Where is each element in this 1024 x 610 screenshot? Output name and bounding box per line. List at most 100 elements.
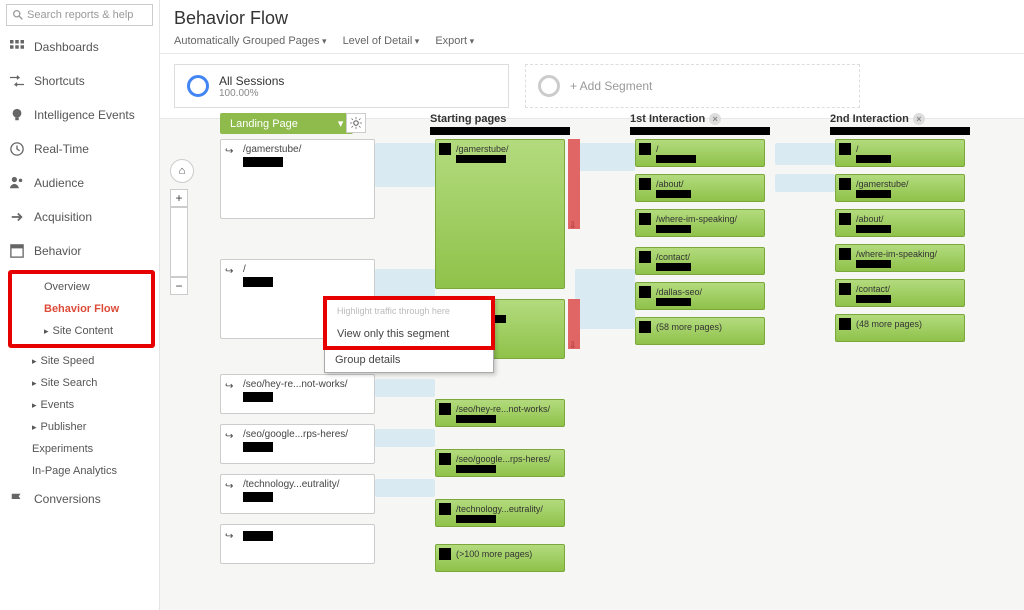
segment-all[interactable]: All Sessions 100.00% xyxy=(174,64,509,108)
clock-icon xyxy=(10,142,24,156)
sub-site-speed[interactable]: Site Speed xyxy=(0,350,159,372)
page-node[interactable]: /seo/hey-re...not-works/ xyxy=(435,399,565,427)
arrow-icon: ↪ xyxy=(225,531,233,542)
flow-link xyxy=(775,143,835,165)
page-node[interactable]: (48 more pages) xyxy=(835,314,965,342)
grid-icon xyxy=(10,40,24,54)
ctx-highlight[interactable]: Highlight traffic through here xyxy=(327,300,491,322)
remove-icon[interactable]: × xyxy=(709,113,721,125)
ctx-group-details[interactable]: Group details xyxy=(325,348,493,372)
sub-behavior-flow[interactable]: Behavior Flow xyxy=(12,298,151,320)
node-label: (>100 more pages) xyxy=(456,549,532,559)
gear-icon xyxy=(350,117,362,129)
node-label: /contact/ xyxy=(656,252,690,262)
nav-conversions[interactable]: Conversions xyxy=(0,482,159,516)
col-int2: 2nd Interaction× xyxy=(830,113,970,135)
page-icon xyxy=(839,178,851,190)
arrows-icon xyxy=(10,74,24,88)
node-label: (58 more pages) xyxy=(656,322,722,332)
nav-intelligence[interactable]: Intelligence Events xyxy=(0,98,159,132)
sub-overview[interactable]: Overview xyxy=(12,276,151,298)
page-node[interactable]: /contact/ xyxy=(835,279,965,307)
page-node[interactable]: /contact/ xyxy=(635,247,765,275)
nav-shortcuts[interactable]: Shortcuts xyxy=(0,64,159,98)
src-node[interactable]: ↪/seo/hey-re...not-works/ xyxy=(220,374,375,414)
segment-add[interactable]: + Add Segment xyxy=(525,64,860,108)
home-button[interactable]: ⌂ xyxy=(170,159,194,183)
src-node[interactable]: ↪/gamerstube/ xyxy=(220,139,375,219)
page-node[interactable]: /where-im-speaking/ xyxy=(835,244,965,272)
page-icon xyxy=(839,283,851,295)
src-node[interactable]: ↪/technology...eutrality/ xyxy=(220,474,375,514)
page-node[interactable]: /gamerstube/ xyxy=(835,174,965,202)
zoom-track[interactable] xyxy=(170,207,188,277)
src-node[interactable]: ↪ xyxy=(220,524,375,564)
dimension-dropdown[interactable]: Landing Page xyxy=(220,113,353,134)
label: Real-Time xyxy=(34,142,89,156)
page-icon xyxy=(439,453,451,465)
flow-link xyxy=(375,429,435,447)
people-icon xyxy=(10,176,24,190)
page-node[interactable]: /gamerstube/ xyxy=(435,139,565,289)
page-icon xyxy=(439,548,451,560)
dropoff xyxy=(568,139,580,229)
label: Acquisition xyxy=(34,210,92,224)
arrow-right-icon xyxy=(10,210,24,224)
node-label: /technology...eutrality/ xyxy=(456,504,543,514)
sub-site-content[interactable]: Site Content xyxy=(12,320,151,342)
dropoff xyxy=(568,299,580,349)
label: Audience xyxy=(34,176,84,190)
add-label: + Add Segment xyxy=(570,79,652,93)
page-icon xyxy=(839,143,851,155)
tb-export[interactable]: Export xyxy=(435,35,474,47)
node-label: / xyxy=(856,144,859,154)
nav-realtime[interactable]: Real-Time xyxy=(0,132,159,166)
sub-experiments[interactable]: Experiments xyxy=(0,438,159,460)
sub-inpage[interactable]: In-Page Analytics xyxy=(0,460,159,482)
page-node[interactable]: / xyxy=(635,139,765,167)
src-node[interactable]: ↪/seo/google...rps-heres/ xyxy=(220,424,375,464)
page-node[interactable]: / xyxy=(835,139,965,167)
page-node[interactable]: /seo/google...rps-heres/ xyxy=(435,449,565,477)
arrow-icon: ↪ xyxy=(225,381,233,392)
node-label: /where-im-speaking/ xyxy=(856,249,937,259)
node-label: /about/ xyxy=(856,214,884,224)
ctx-view-segment[interactable]: View only this segment xyxy=(327,322,491,346)
nav-behavior[interactable]: Behavior xyxy=(0,234,159,268)
page-node[interactable]: /technology...eutrality/ xyxy=(435,499,565,527)
sub-events[interactable]: Events xyxy=(0,394,159,416)
zoom-out[interactable]: − xyxy=(170,277,188,295)
label: Intelligence Events xyxy=(34,108,135,122)
page-node[interactable]: /where-im-speaking/ xyxy=(635,209,765,237)
sub-publisher[interactable]: Publisher xyxy=(0,416,159,438)
tb-group[interactable]: Automatically Grouped Pages xyxy=(174,35,327,47)
page-header: Behavior Flow Automatically Grouped Page… xyxy=(160,0,1024,54)
search-input[interactable]: Search reports & help xyxy=(6,4,153,26)
page-icon xyxy=(639,178,651,190)
page-node[interactable]: (>100 more pages) xyxy=(435,544,565,572)
page-icon xyxy=(839,213,851,225)
zoom-in[interactable]: + xyxy=(170,189,188,207)
page-icon xyxy=(839,248,851,260)
gear-button[interactable] xyxy=(346,113,366,133)
nav-acquisition[interactable]: Acquisition xyxy=(0,200,159,234)
nav-dashboards[interactable]: Dashboards xyxy=(0,30,159,64)
zoom-controls: ⌂ + − xyxy=(170,159,194,295)
nav-audience[interactable]: Audience xyxy=(0,166,159,200)
sub-site-search[interactable]: Site Search xyxy=(0,372,159,394)
tb-level[interactable]: Level of Detail xyxy=(343,35,420,47)
flow-link xyxy=(375,479,435,497)
page-node[interactable]: (58 more pages) xyxy=(635,317,765,345)
node-label: / xyxy=(656,144,659,154)
page-node[interactable]: /dallas-seo/ xyxy=(635,282,765,310)
node-label: /gamerstube/ xyxy=(456,144,509,154)
highlight-box-nav: Overview Behavior Flow Site Content xyxy=(8,270,155,348)
remove-icon[interactable]: × xyxy=(913,113,925,125)
node-label: /technology...eutrality/ xyxy=(243,479,340,490)
page-node[interactable]: /about/ xyxy=(635,174,765,202)
page-node[interactable]: /about/ xyxy=(835,209,965,237)
arrow-icon: ↪ xyxy=(225,266,233,277)
label: Conversions xyxy=(34,492,101,506)
zoom-slider[interactable]: + − xyxy=(170,189,188,295)
flow-link xyxy=(775,174,835,192)
